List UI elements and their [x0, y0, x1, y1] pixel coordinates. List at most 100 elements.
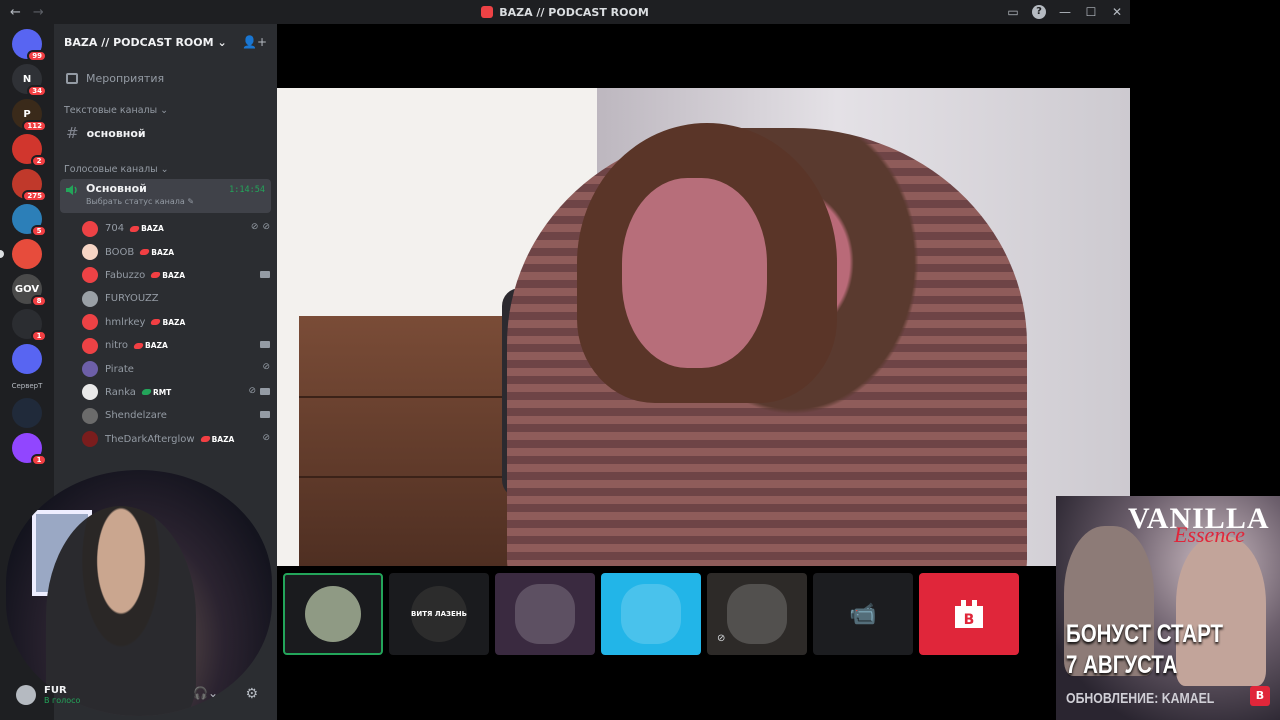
- member-name: TheDarkAfterglow: [105, 433, 195, 445]
- mention-badge: 1: [31, 454, 47, 466]
- voice-member[interactable]: Pirate ⊘: [82, 357, 272, 380]
- clan-tag: BAZA: [132, 341, 168, 350]
- server-icon[interactable]: [12, 344, 42, 374]
- member-name: BOOB: [105, 246, 135, 258]
- avatar: [82, 361, 98, 378]
- category-text-channels[interactable]: Текстовые каналы ⌄: [54, 91, 277, 120]
- video-camera-icon: [260, 387, 270, 395]
- voice-member[interactable]: nitro BAZA: [82, 334, 272, 357]
- title-bar: ← → BAZA // PODCAST ROOM ▭ ? — ☐ ✕: [0, 0, 1130, 24]
- ad-date: 7 АВГУСТА: [1066, 651, 1178, 679]
- inbox-icon[interactable]: ▭: [1000, 5, 1026, 19]
- avatar: [82, 267, 98, 284]
- call-timer: 1:14:54: [229, 185, 265, 195]
- server-icon[interactable]: GOV 8: [12, 274, 47, 307]
- member-name: Fabuzzo: [105, 269, 146, 281]
- voice-member[interactable]: 704 BAZA ⊘ ⊘: [82, 217, 272, 240]
- server-icon[interactable]: [0, 239, 42, 269]
- clan-tag-icon: [150, 319, 162, 326]
- participant-tile[interactable]: [495, 573, 595, 655]
- mention-badge: 275: [22, 190, 47, 202]
- server-initials: N: [22, 73, 32, 85]
- muted-mic-icon: ⊘: [248, 385, 256, 396]
- avatar: [82, 220, 98, 237]
- server-icon[interactable]: [12, 398, 42, 428]
- clan-tag-label: BAZA: [151, 247, 175, 257]
- help-icon[interactable]: ?: [1032, 5, 1046, 19]
- avatar[interactable]: [16, 685, 36, 705]
- avatar: [82, 314, 98, 331]
- participant-tile[interactable]: 📹: [813, 573, 913, 655]
- voice-member[interactable]: BOOB BAZA: [82, 240, 272, 263]
- back-arrow-icon[interactable]: ←: [10, 5, 21, 20]
- channel-main-text[interactable]: # основной: [54, 120, 277, 146]
- clan-tag: BAZA: [199, 435, 234, 444]
- avatar: [82, 407, 98, 424]
- voice-member[interactable]: Ranka RMT ⊘: [82, 381, 272, 404]
- forward-arrow-icon[interactable]: →: [33, 5, 44, 20]
- close-button[interactable]: ✕: [1104, 5, 1130, 19]
- advertisement-overlay: VANILLA Essence БОНУСТ СТАРТ 7 АВГУСТА О…: [1056, 496, 1280, 720]
- participant-tile[interactable]: B: [919, 573, 1019, 655]
- guild-header[interactable]: BAZA // PODCAST ROOM ⌄ 👤+: [54, 24, 277, 60]
- voice-member[interactable]: Fabuzzo BAZA: [82, 264, 272, 287]
- muted-mic-icon: ⊘: [717, 633, 726, 644]
- focused-video-stream[interactable]: [277, 88, 1130, 566]
- participant-tile[interactable]: [601, 573, 701, 655]
- video-camera-icon: [260, 411, 270, 419]
- server-icon[interactable]: 275: [12, 169, 47, 202]
- headset-icon[interactable]: 🎧⌄: [193, 686, 218, 700]
- events-label: Мероприятия: [86, 72, 165, 85]
- member-name: Shendelzare: [105, 410, 167, 422]
- video-camera-icon: 📹: [849, 601, 877, 627]
- voice-members: 704 BAZA ⊘ ⊘ BOOB BAZA Fabuzzo BAZA FURYOUZZ hmlr…: [54, 213, 277, 451]
- member-status-icons: [260, 269, 270, 278]
- member-status-icons: ⊘ ⊘: [251, 222, 270, 232]
- member-status-icons: [260, 409, 270, 419]
- server-icon[interactable]: N 34: [12, 64, 47, 97]
- participant-tile[interactable]: ⊘: [707, 573, 807, 655]
- background-dresser: [299, 316, 519, 566]
- voice-member[interactable]: FURYOUZZ: [82, 287, 272, 310]
- gear-icon[interactable]: ⚙: [245, 686, 258, 702]
- server-text-label[interactable]: СерверТ: [0, 382, 54, 390]
- user-panel: FUR В голосо 🎧⌄ ⚙: [8, 676, 268, 714]
- minimize-button[interactable]: —: [1052, 5, 1078, 19]
- participant-tile[interactable]: ВИТЯ ЛАЗЕНЬ: [389, 573, 489, 655]
- server-icon[interactable]: P 112: [12, 99, 47, 132]
- clan-tag-icon: [140, 389, 153, 396]
- video-thumbnail: [515, 584, 575, 644]
- mention-badge: 5: [31, 225, 47, 237]
- server-icon[interactable]: 5: [12, 204, 47, 237]
- member-name: FURYOUZZ: [105, 293, 159, 305]
- category-voice-channels[interactable]: Голосовые каналы ⌄: [54, 146, 277, 179]
- clan-tag: BAZA: [150, 271, 185, 280]
- voice-member[interactable]: TheDarkAfterglow BAZA ⊘: [82, 428, 272, 451]
- server-icon[interactable]: 1: [12, 433, 47, 466]
- channel-status-prompt[interactable]: Выбрать статус канала ✎: [66, 197, 265, 206]
- member-name: Ranka: [105, 386, 136, 398]
- mention-badge: 2: [31, 155, 47, 167]
- events-link[interactable]: Мероприятия: [54, 60, 277, 91]
- member-status-icons: [260, 339, 270, 348]
- voice-member[interactable]: hmlrkey BAZA: [82, 311, 272, 334]
- video-thumbnail: [727, 584, 787, 644]
- server-icon[interactable]: 2: [12, 134, 47, 167]
- empty-stage-area: [1130, 0, 1280, 496]
- voice-channel-main[interactable]: Основной Выбрать статус канала ✎ 1:14:54: [60, 179, 271, 213]
- user-name: FUR: [44, 685, 67, 696]
- stage-header-area: [277, 24, 1130, 88]
- ad-brand-script: Essence: [1174, 522, 1245, 547]
- server-icon[interactable]: 99: [12, 29, 47, 62]
- clan-tag: BAZA: [129, 224, 164, 233]
- participant-tile[interactable]: [283, 573, 383, 655]
- server-icon[interactable]: 1: [12, 309, 47, 342]
- maximize-button[interactable]: ☐: [1078, 5, 1104, 19]
- voice-member[interactable]: Shendelzare: [82, 404, 272, 427]
- pencil-icon: ✎: [187, 197, 195, 206]
- muted-mic-icon: ⊘: [262, 222, 270, 232]
- member-name: Pirate: [105, 363, 134, 375]
- muted-mic-icon: ⊘: [262, 362, 270, 373]
- add-member-icon[interactable]: 👤+: [242, 35, 267, 49]
- castle-logo-icon: B: [951, 596, 987, 632]
